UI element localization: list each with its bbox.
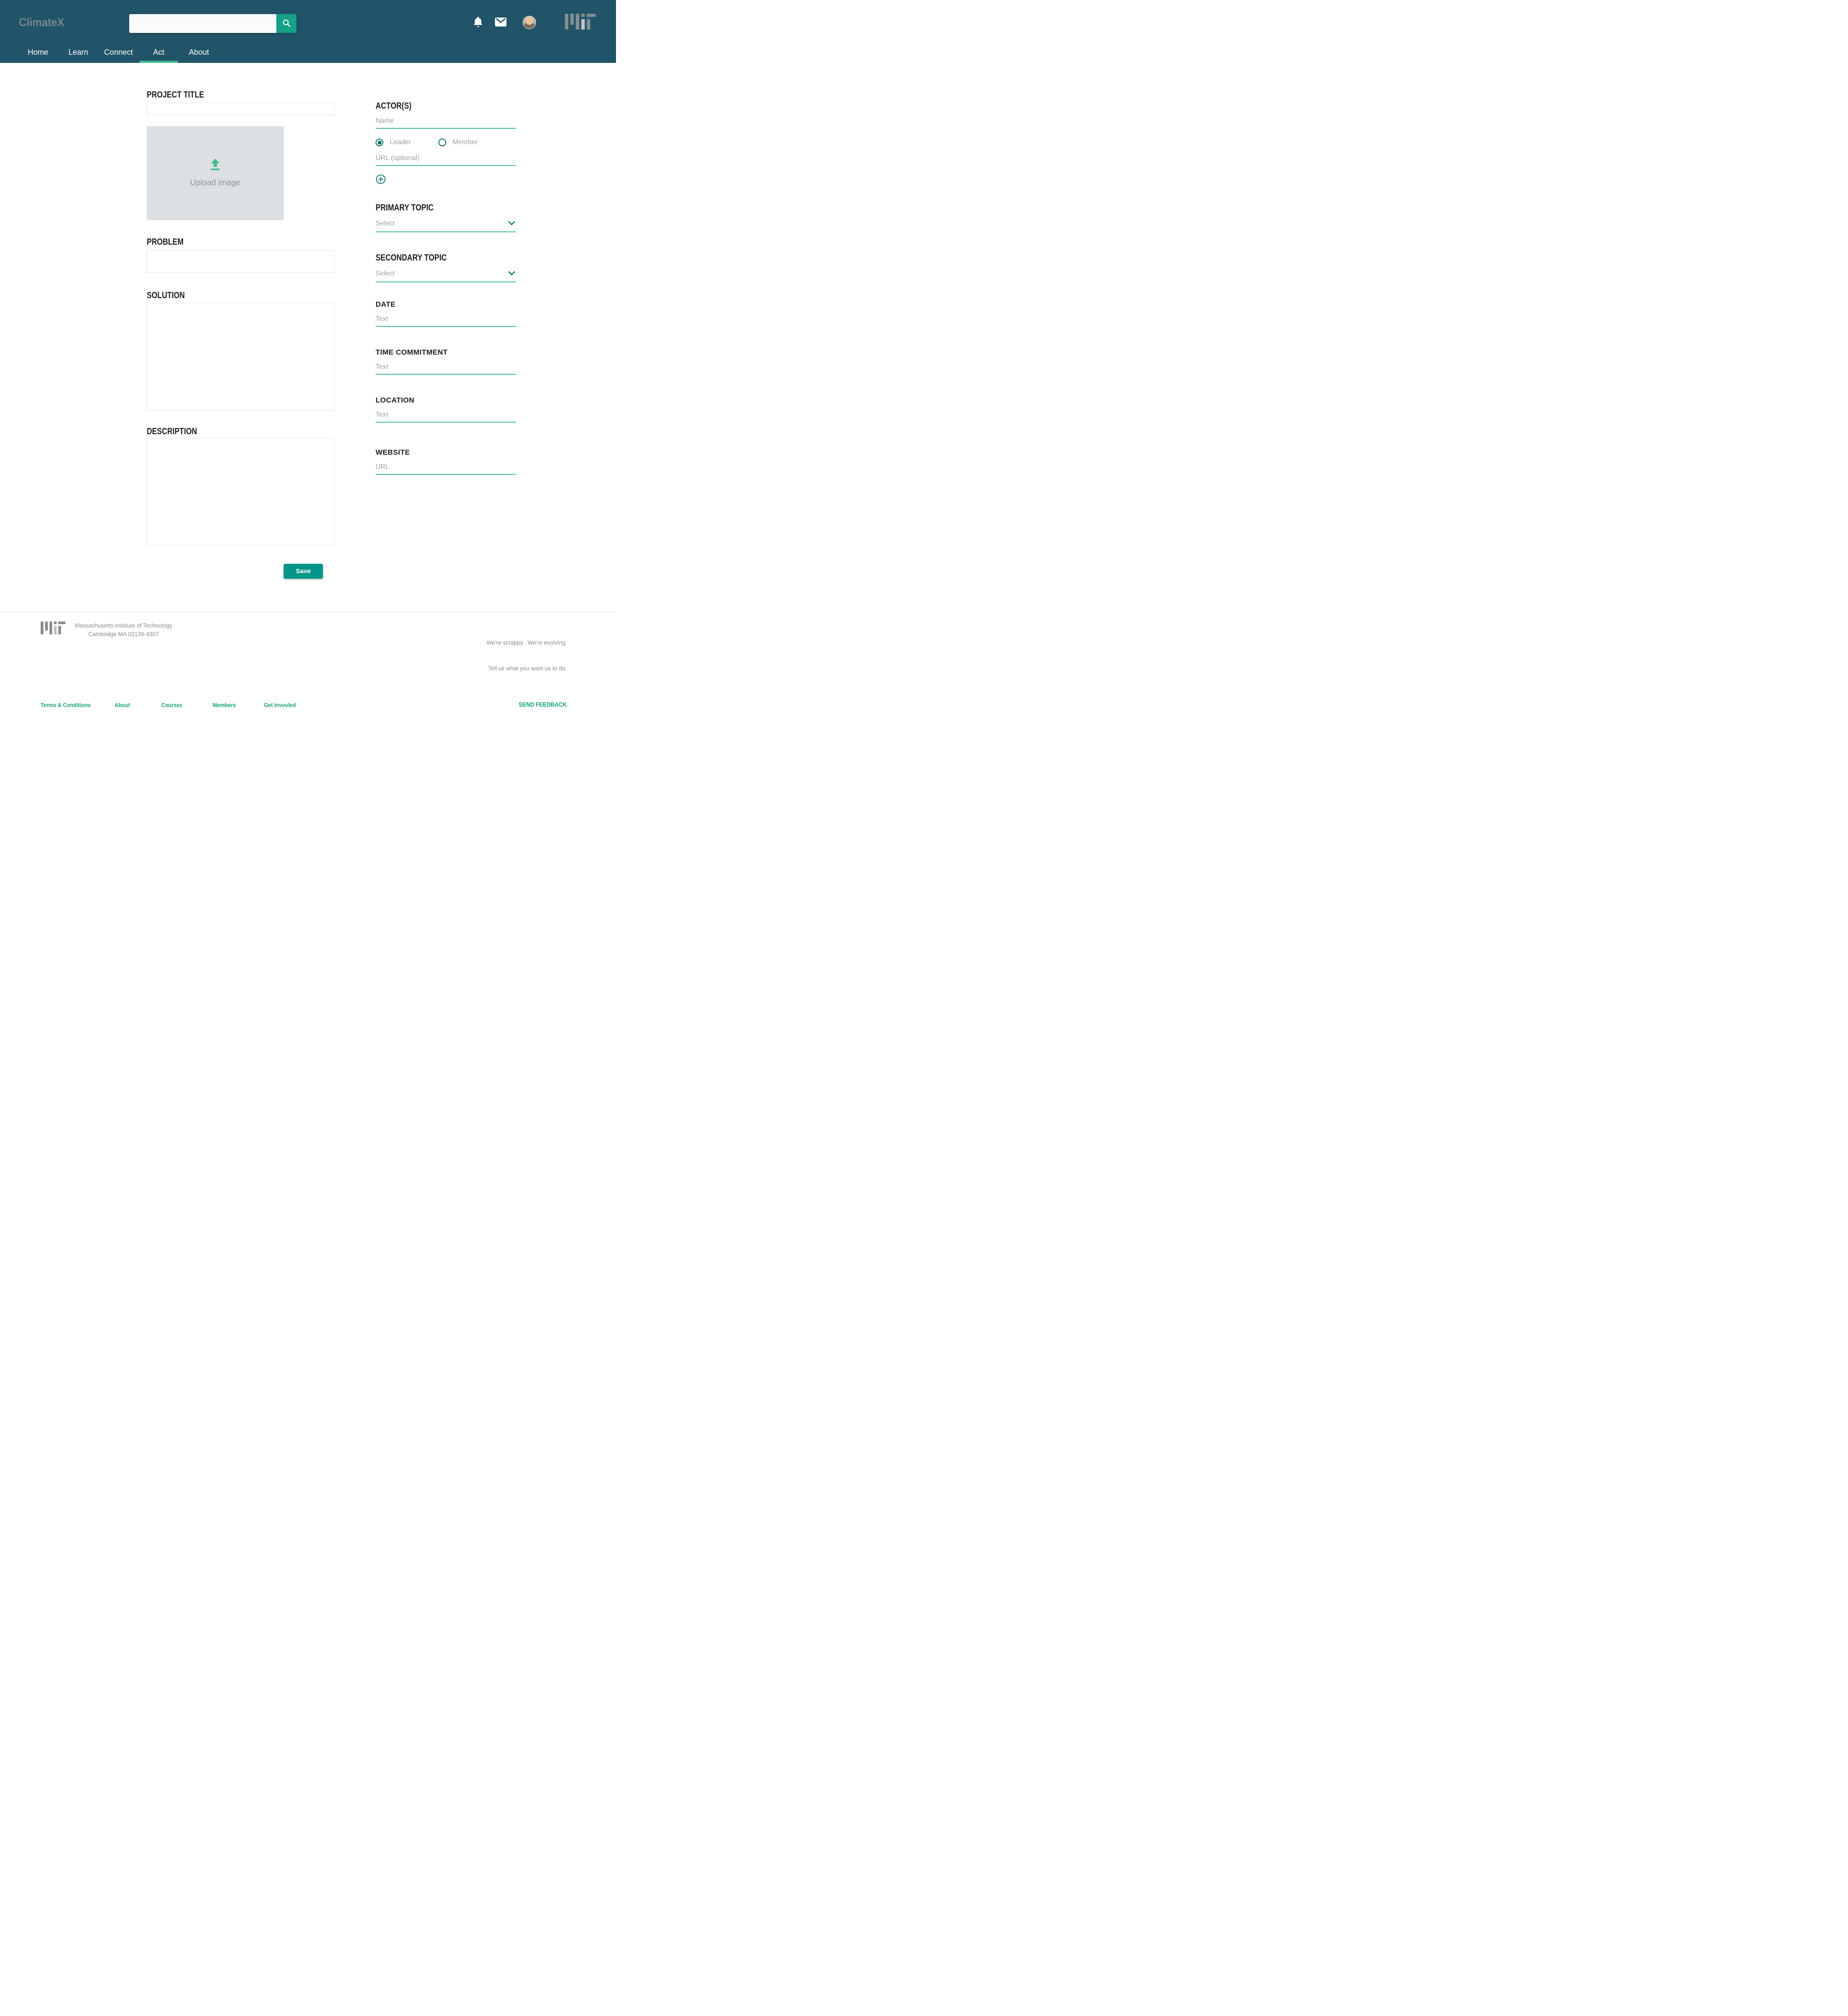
project-title-label: PROJECT TITLE: [147, 90, 204, 100]
actor-name-input[interactable]: [376, 117, 516, 125]
solution-input[interactable]: [147, 303, 335, 411]
leader-radio-label: Leader: [390, 139, 411, 146]
primary-topic-select[interactable]: Select: [376, 218, 516, 232]
actor-role-radios: Leader Member: [376, 139, 516, 146]
footer-link-courses[interactable]: Courses: [161, 702, 183, 708]
footer-links: Terms & Conditions About Courses Members…: [41, 702, 299, 708]
footer-tagline: We're scrappy. We're evolving. Tell us w…: [487, 622, 567, 690]
nav-item-home[interactable]: Home: [19, 45, 57, 63]
search-button[interactable]: [276, 14, 296, 33]
solution-label: SOLUTION: [147, 290, 185, 300]
header-actions: [473, 0, 597, 45]
footer: Massachusetts Institute of Technology Ca…: [0, 612, 616, 708]
member-radio-label: Member: [452, 139, 478, 146]
institution-city: Cambridge MA 02139-4307: [88, 631, 159, 637]
radio-option-leader[interactable]: Leader: [376, 139, 411, 146]
actor-url-input[interactable]: [376, 154, 516, 162]
footer-link-terms[interactable]: Terms & Conditions: [41, 702, 91, 708]
search-bar: [129, 14, 296, 33]
problem-label: PROBLEM: [147, 237, 184, 247]
time-commitment-field: [376, 361, 516, 375]
header-top-bar: ClimateX: [0, 0, 616, 45]
primary-topic-value: Select: [376, 220, 395, 227]
climatex-logo[interactable]: ClimateX: [19, 16, 64, 29]
actor-url-field: [376, 152, 516, 166]
primary-topic-label: PRIMARY TOPIC: [376, 203, 434, 213]
location-field: [376, 409, 516, 423]
description-input[interactable]: [147, 438, 335, 545]
tagline-line1: We're scrappy. We're evolving.: [486, 639, 567, 646]
save-button[interactable]: Save: [284, 564, 323, 579]
search-input[interactable]: [129, 14, 276, 33]
mail-icon: [495, 17, 506, 28]
secondary-topic-label: SECONDARY TOPIC: [376, 253, 447, 263]
form-right-column: ACTOR(S) Leader Member: [376, 63, 516, 475]
tagline-line2: Tell us what you want us to do.: [488, 665, 567, 672]
nav-item-act[interactable]: Act: [139, 45, 178, 63]
secondary-topic-select[interactable]: Select: [376, 268, 516, 282]
upload-image-label: Upload image: [190, 178, 240, 187]
mit-footer-logo: [41, 622, 65, 636]
messages-button[interactable]: [495, 17, 506, 28]
radio-option-member[interactable]: Member: [438, 139, 478, 146]
time-commitment-label: TIME COMMITMENT: [376, 348, 448, 356]
chevron-down-icon: [508, 270, 515, 278]
user-avatar[interactable]: [523, 16, 536, 29]
mit-logo[interactable]: [563, 13, 597, 32]
website-label: WEBSITE: [376, 448, 410, 456]
footer-link-about[interactable]: About: [115, 702, 130, 708]
website-input[interactable]: [376, 463, 516, 471]
institution-address: Massachusetts Institute of Technology Ca…: [75, 622, 172, 639]
upload-icon: [209, 159, 222, 173]
institution-name: Massachusetts Institute of Technology: [75, 622, 172, 629]
secondary-topic-value: Select: [376, 270, 395, 277]
location-input[interactable]: [376, 411, 516, 419]
search-icon: [282, 18, 291, 29]
send-feedback-link[interactable]: SEND FEEDBACK: [519, 702, 567, 708]
radio-unselected-icon: [438, 139, 446, 146]
description-label: DESCRIPTION: [147, 426, 197, 436]
nav-item-learn[interactable]: Learn: [59, 45, 98, 63]
footer-link-members[interactable]: Members: [213, 702, 236, 708]
notifications-button[interactable]: [473, 16, 483, 29]
header: ClimateX Home Learn Connect Act About: [0, 0, 616, 63]
upload-image-dropzone[interactable]: Upload image: [147, 126, 284, 220]
date-input[interactable]: [376, 315, 516, 323]
bell-icon: [473, 16, 483, 29]
plus-circle-icon: [376, 175, 386, 186]
radio-selected-icon: [376, 139, 383, 146]
save-row: Save: [147, 564, 335, 579]
actors-label: ACTOR(S): [376, 101, 412, 111]
add-actor-button[interactable]: [376, 174, 386, 186]
problem-input[interactable]: [147, 250, 335, 273]
actor-name-field: [376, 115, 516, 129]
website-field: [376, 461, 516, 475]
project-title-input[interactable]: [147, 103, 335, 115]
project-form: PROJECT TITLE Upload image PROBLEM SOLUT…: [0, 63, 616, 612]
chevron-down-icon: [508, 220, 515, 228]
nav-item-about[interactable]: About: [180, 45, 218, 63]
date-label: DATE: [376, 300, 396, 308]
main-nav: Home Learn Connect Act About: [0, 45, 616, 63]
date-field: [376, 313, 516, 327]
form-left-column: PROJECT TITLE Upload image PROBLEM SOLUT…: [147, 63, 335, 579]
footer-link-get-involved[interactable]: Get Invovled: [264, 702, 296, 708]
nav-item-connect[interactable]: Connect: [99, 45, 138, 63]
time-commitment-input[interactable]: [376, 363, 516, 371]
location-label: LOCATION: [376, 396, 415, 404]
